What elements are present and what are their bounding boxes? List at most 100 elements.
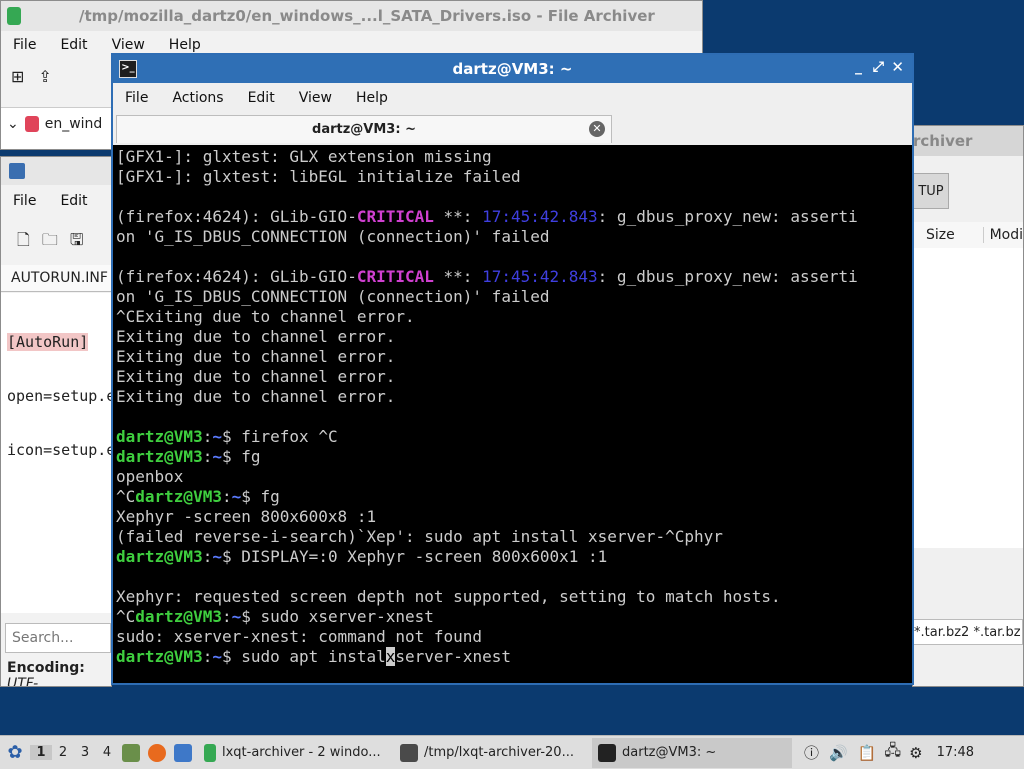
desktop-icon[interactable] <box>174 743 192 762</box>
workspace-3[interactable]: 3 <box>74 745 96 760</box>
archiver2-list <box>913 248 1023 548</box>
editor-statusbar: Encoding: UTF- <box>7 660 111 686</box>
save-icon[interactable]: 🖫 <box>70 229 84 256</box>
terminal-tab-label: dartz@VM3: ~ <box>312 122 416 137</box>
archiver-menu-help[interactable]: Help <box>157 37 213 53</box>
terminal-line: (failed reverse-i-search)`Xep': sudo apt… <box>116 527 723 546</box>
archiver2-button-label: TUP <box>918 183 944 199</box>
terminal-line: Exiting due to channel error. <box>116 347 396 366</box>
task-terminal[interactable]: dartz@VM3: ~ <box>592 737 792 768</box>
terminal-line: openbox <box>116 467 184 486</box>
terminal-line: Exiting due to channel error. <box>116 387 396 406</box>
editor-titlebar[interactable] <box>1 157 111 185</box>
workspace-1[interactable]: 1 <box>30 745 52 760</box>
task-editor-label: /tmp/lxqt-archiver-20... <box>424 745 574 760</box>
encoding-label: Encoding: <box>7 660 85 676</box>
terminal-menu-actions[interactable]: Actions <box>160 90 235 106</box>
workspace-4[interactable]: 4 <box>96 745 118 760</box>
file-manager-icon[interactable] <box>122 743 140 762</box>
close-icon[interactable]: ✕ <box>891 58 904 76</box>
new-file-icon[interactable]: 🗋 <box>17 229 30 256</box>
editor-line-2: open=setup.e <box>7 387 112 405</box>
minimize-icon[interactable]: _ <box>855 59 862 75</box>
chevron-down-icon[interactable]: ⌄ <box>7 116 19 132</box>
volume-icon[interactable]: 🔊 <box>829 744 848 762</box>
terminal-line: (firefox:4624): GLib-GIO-CRITICAL **: 17… <box>116 267 858 286</box>
archiver2-filter[interactable]: *.tar.bz2 *.tar.bz <box>913 619 1023 645</box>
terminal-line: dartz@VM3:~$ DISPLAY=:0 Xephyr -screen 8… <box>116 547 608 566</box>
terminal-menu-edit[interactable]: Edit <box>236 90 287 106</box>
terminal-menubar: File Actions Edit View Help <box>113 83 912 113</box>
terminal-line: ^Cdartz@VM3:~$ sudo xserver-xnest <box>116 607 434 626</box>
app-menu-icon[interactable]: ✿ <box>0 742 30 763</box>
terminal-line: [GFX1-]: glxtest: GLX extension missing <box>116 147 492 166</box>
terminal-tab[interactable]: dartz@VM3: ~ ✕ <box>116 115 612 143</box>
terminal-output[interactable]: [GFX1-]: glxtest: GLX extension missing[… <box>113 145 912 683</box>
archiver-menu-file[interactable]: File <box>1 37 48 53</box>
archiver-task-icon <box>204 743 216 762</box>
terminal-window[interactable]: >_ dartz@VM3: ~ _ ⤢ ✕ File Actions Edit … <box>111 53 914 685</box>
add-icon[interactable]: ⊞ <box>11 67 24 86</box>
settings-icon[interactable]: ⚙ <box>909 744 922 762</box>
task-editor[interactable]: /tmp/lxqt-archiver-20... <box>394 738 592 768</box>
archiver-app-icon <box>7 7 21 25</box>
info-icon[interactable]: ⓘ <box>804 742 819 763</box>
archiver-titlebar[interactable]: /tmp/mozilla_dartz0/en_windows_...l_SATA… <box>1 1 702 31</box>
terminal-line: (firefox:4624): GLib-GIO-CRITICAL **: 17… <box>116 207 858 226</box>
archiver2-titlebar[interactable]: rchiver <box>913 126 1023 156</box>
editor-tab[interactable]: AUTORUN.INF <box>1 265 111 292</box>
terminal-line: sudo: xserver-xnest: command not found <box>116 627 483 646</box>
terminal-app-icon: >_ <box>119 60 137 78</box>
terminal-titlebar[interactable]: >_ dartz@VM3: ~ _ ⤢ ✕ <box>113 55 912 83</box>
editor-menu-file[interactable]: File <box>1 193 48 209</box>
clipboard-icon[interactable]: 📋 <box>858 744 877 762</box>
terminal-menu-file[interactable]: File <box>113 90 160 106</box>
column-modified[interactable]: Modi <box>982 227 1023 243</box>
editor-tab-label: AUTORUN.INF <box>11 270 108 286</box>
task-archiver[interactable]: lxqt-archiver - 2 windo... <box>198 738 394 768</box>
column-size[interactable]: Size <box>913 227 983 243</box>
terminal-line: Exiting due to channel error. <box>116 327 396 346</box>
editor-menu-edit[interactable]: Edit <box>48 193 99 209</box>
archiver-toolbar: ⊞ ⇪ <box>11 67 52 86</box>
firefox-icon[interactable] <box>148 743 166 762</box>
editor-task-icon <box>400 743 418 762</box>
workspace-2[interactable]: 2 <box>52 745 74 760</box>
terminal-task-icon <box>598 743 616 762</box>
editor-menubar: File Edit <box>1 187 111 215</box>
archiver2-header: Size Modi <box>913 222 1023 249</box>
archiver-menu-view[interactable]: View <box>100 37 157 53</box>
maximize-icon[interactable]: ⤢ <box>873 59 884 75</box>
taskbar: ✿ 1 2 3 4 lxqt-archiver - 2 windo... /tm… <box>0 735 1024 769</box>
terminal-line: dartz@VM3:~$ firefox ^C <box>116 427 338 446</box>
editor-toolbar: 🗋 🗀 🖫 <box>17 229 84 256</box>
editor-search-input[interactable]: Search... <box>5 623 111 653</box>
terminal-menu-help[interactable]: Help <box>344 90 400 106</box>
terminal-line: on 'G_IS_DBUS_CONNECTION (connection)' f… <box>116 227 550 246</box>
terminal-line: dartz@VM3:~$ sudo apt instalxserver-xnes… <box>116 647 511 666</box>
terminal-menu-view[interactable]: View <box>287 90 344 106</box>
archiver-menu-edit[interactable]: Edit <box>48 37 99 53</box>
open-folder-icon[interactable]: 🗀 <box>42 229 58 256</box>
terminal-line: Exiting due to channel error. <box>116 367 396 386</box>
network-icon[interactable]: 🖧 <box>884 740 901 765</box>
editor-text-area[interactable]: [AutoRun] open=setup.e icon=setup.e <box>1 293 111 613</box>
task-archiver-label: lxqt-archiver - 2 windo... <box>222 745 381 760</box>
terminal-line: ^CExiting due to channel error. <box>116 307 415 326</box>
archiver2-button[interactable]: TUP <box>913 173 949 209</box>
archiver-window-2[interactable]: rchiver TUP Size Modi *.tar.bz2 *.tar.bz <box>912 125 1024 687</box>
terminal-line: on 'G_IS_DBUS_CONNECTION (connection)' f… <box>116 287 550 306</box>
editor-window[interactable]: File Edit 🗋 🗀 🖫 AUTORUN.INF [AutoRun] op… <box>0 156 112 687</box>
terminal-line: Xephyr: requested screen depth not suppo… <box>116 587 781 606</box>
editor-app-icon <box>9 163 25 179</box>
extract-icon[interactable]: ⇪ <box>38 67 51 86</box>
terminal-line: ^Cdartz@VM3:~$ fg <box>116 487 280 506</box>
terminal-line: dartz@VM3:~$ fg <box>116 447 261 466</box>
tab-close-icon[interactable]: ✕ <box>589 121 605 137</box>
editor-search-placeholder: Search... <box>12 630 74 646</box>
tree-item-iso[interactable]: en_wind <box>45 116 103 132</box>
archiver-tree: ⌄ en_wind <box>1 107 112 149</box>
